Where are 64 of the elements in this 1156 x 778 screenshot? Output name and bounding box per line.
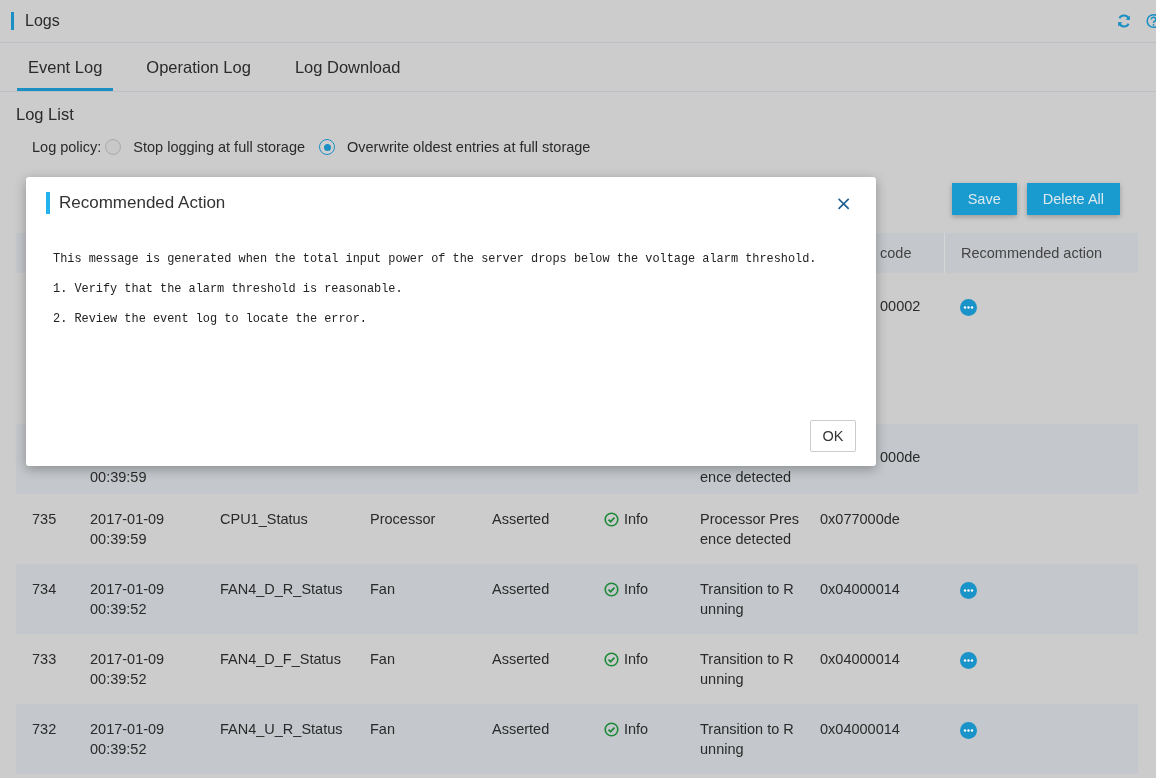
table-cell-text: Processor Pres ence detected (700, 510, 800, 549)
table-cell-text: 732 (32, 720, 57, 739)
radio-button[interactable] (105, 139, 122, 155)
tab[interactable]: Event Log (17, 43, 114, 91)
table-cell-text: 2017-01-09 00:39:52 (90, 720, 165, 759)
radio-label: Stop logging at full storage (133, 139, 306, 155)
check-circle-icon (604, 722, 619, 737)
table-cell-text: Info (624, 510, 649, 529)
page-title: Logs (25, 12, 60, 30)
table-cell-text: Asserted (492, 580, 550, 599)
table-cell-text: 0x077000de (820, 510, 900, 529)
table-cell-text: FAN4_D_F_Status (220, 650, 341, 669)
column-header: code (880, 244, 912, 263)
more-icon[interactable] (960, 299, 977, 316)
tab[interactable]: Operation Log (135, 43, 262, 91)
table-cell-text: 00:39:59 (90, 468, 147, 487)
table-cell-text: Fan (370, 720, 395, 739)
check-circle-icon (604, 582, 619, 597)
tab[interactable]: Log Download (283, 43, 412, 91)
table-cell-text: Asserted (492, 720, 550, 739)
table-cell-text: 0x04000014 (820, 720, 900, 739)
radio-label: Overwrite oldest entries at full storage (347, 139, 591, 155)
table-cell-text: 734 (32, 580, 57, 599)
table-cell-text: 000de (880, 448, 921, 467)
table-cell-text: Fan (370, 650, 395, 669)
table-cell-text: Processor (370, 510, 436, 529)
dialog-text: This message is generated when the total input power of the server drops below the voltage alarm threshold. (53, 251, 818, 267)
refresh-icon[interactable] (1116, 13, 1132, 29)
table-cell-text: 2017-01-09 00:39:59 (90, 510, 165, 549)
dialog-title: Recommended Action (59, 193, 226, 213)
table-cell-text: Asserted (492, 650, 550, 669)
table-cell-text: CPU1_Status (220, 510, 308, 529)
column-header: Recommended action (961, 244, 1103, 263)
table-cell-text: Info (624, 650, 649, 669)
check-circle-icon (604, 652, 619, 667)
table-cell-text: Transition to R unning (700, 580, 794, 619)
dialog-text: 1. Verify that the alarm threshold is reasonable. (53, 281, 404, 297)
close-button[interactable]: × (831, 191, 856, 215)
table-cell-text: Info (624, 580, 649, 599)
dialog-text: 2. Review the event log to locate the error. (53, 311, 368, 327)
table-cell-text: 0x04000014 (820, 650, 900, 669)
table-cell-text: Asserted (492, 510, 550, 529)
table-cell-text: ence detected (700, 468, 792, 487)
radio-button[interactable] (319, 139, 336, 155)
check-circle-icon (604, 512, 619, 527)
table-cell-text: 735 (32, 510, 57, 529)
more-icon[interactable] (960, 722, 977, 739)
more-icon[interactable] (960, 582, 977, 599)
more-icon[interactable] (960, 652, 977, 669)
help-icon[interactable] (1146, 13, 1156, 29)
table-cell-text: Info (624, 720, 649, 739)
table-cell-text: Fan (370, 580, 395, 599)
table-cell-text: FAN4_D_R_Status (220, 580, 343, 599)
section-title: Log List (16, 105, 75, 124)
table-cell-text: Transition to R unning (700, 650, 794, 689)
table-cell-text: FAN4_U_R_Status (220, 720, 343, 739)
table-cell-text: Transition to R unning (700, 720, 794, 759)
policy-label: Log policy: (32, 139, 102, 155)
table-cell-text: 2017-01-09 00:39:52 (90, 650, 165, 689)
table-cell-text: 733 (32, 650, 57, 669)
table-cell-text: 0x04000014 (820, 580, 900, 599)
table-cell-text: 00002 (880, 297, 921, 316)
ok-button[interactable]: OK (810, 420, 856, 452)
table-cell-text: 2017-01-09 00:39:52 (90, 580, 165, 619)
